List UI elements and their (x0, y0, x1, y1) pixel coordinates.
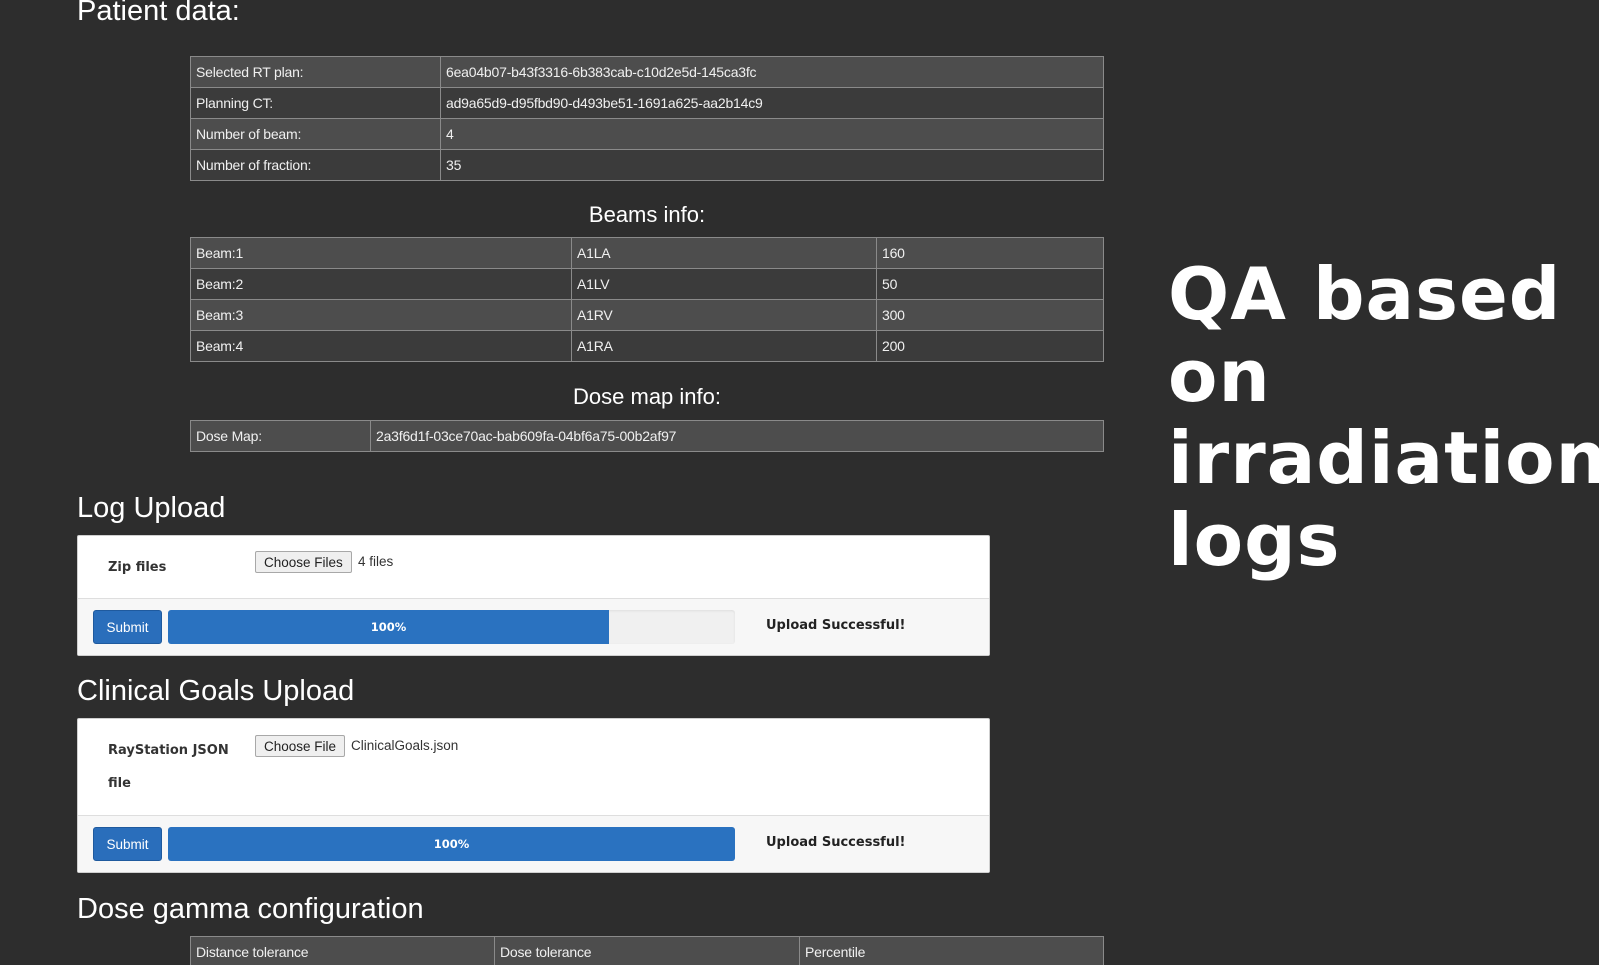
overlay-line: logs (1168, 498, 1341, 582)
choose-files-button[interactable]: Choose Files (255, 551, 352, 573)
table-row: Selected RT plan: 6ea04b07-b43f3316-6b38… (190, 56, 1104, 88)
patient-row-label: Planning CT: (190, 87, 441, 119)
table-row: Dose Map: 2a3f6d1f-03ce70ac-bab609fa-04b… (190, 420, 1104, 452)
dose-gamma-config-table: Distance tolerance Dose tolerance Percen… (190, 936, 1104, 965)
table-row: Beam:3 A1RV 300 (190, 299, 1104, 331)
patient-row-value: 35 (440, 149, 1104, 181)
table-row: Beam:1 A1LA 160 (190, 237, 1104, 269)
beam-id: Beam:2 (190, 268, 572, 300)
dose-map-label: Dose Map: (190, 420, 371, 452)
goals-submit-button[interactable]: Submit (93, 827, 162, 861)
patient-row-value: ad9a65d9-d95fbd90-d493be51-1691a625-aa2b… (440, 87, 1104, 119)
dose-tolerance-header: Dose tolerance (494, 936, 800, 965)
beam-value: 300 (876, 299, 1104, 331)
beam-name: A1LV (571, 268, 877, 300)
beam-value: 50 (876, 268, 1104, 300)
goals-upload-progress-fill: 100% (168, 827, 735, 861)
log-upload-status: Upload Successful! (766, 618, 906, 633)
table-row: Number of fraction: 35 (190, 149, 1104, 181)
clinical-goals-upload-panel: RayStation JSON file Choose File Clinica… (77, 718, 990, 873)
dose-map-info-title: Dose map info: (573, 384, 721, 409)
percentile-header: Percentile (799, 936, 1104, 965)
table-row: Beam:4 A1RA 200 (190, 330, 1104, 362)
log-upload-progress-fill: 100% (168, 610, 609, 644)
patient-data-table: Selected RT plan: 6ea04b07-b43f3316-6b38… (190, 56, 1104, 181)
log-upload-title: Log Upload (77, 492, 226, 524)
beam-value: 200 (876, 330, 1104, 362)
patient-data-title: Patient data: (77, 0, 240, 27)
patient-row-label: Selected RT plan: (190, 56, 441, 88)
beams-info-table: Beam:1 A1LA 160 Beam:2 A1LV 50 Beam:3 A1… (190, 237, 1104, 362)
beam-value: 160 (876, 237, 1104, 269)
overlay-line: QA based (1168, 252, 1562, 336)
dose-map-value: 2a3f6d1f-03ce70ac-bab609fa-04bf6a75-00b2… (370, 420, 1104, 452)
beams-info-title: Beams info: (588, 202, 706, 227)
clinical-goals-upload-title: Clinical Goals Upload (77, 675, 355, 707)
table-row: Number of beam: 4 (190, 118, 1104, 150)
overlay-line: irradiation (1168, 416, 1599, 500)
table-row: Planning CT: ad9a65d9-d95fbd90-d493be51-… (190, 87, 1104, 119)
table-row: Distance tolerance Dose tolerance Percen… (190, 936, 1104, 965)
overlay-line: on (1168, 334, 1271, 418)
zip-files-label: Zip files (108, 560, 167, 575)
beam-id: Beam:1 (190, 237, 572, 269)
dose-gamma-config-title: Dose gamma configuration (77, 893, 424, 925)
log-upload-progress-bar: 100% (168, 610, 735, 644)
beam-name: A1RV (571, 299, 877, 331)
log-upload-panel: Zip files Choose Files 4 files Submit 10… (77, 535, 990, 656)
goals-upload-status: Upload Successful! (766, 835, 906, 850)
qa-overlay-title: QA based on irradiation logs (1168, 252, 1599, 582)
patient-row-value: 6ea04b07-b43f3316-6b383cab-c10d2e5d-145c… (440, 56, 1104, 88)
selected-files-text: 4 files (358, 554, 394, 569)
raystation-json-label-line2: file (108, 776, 131, 791)
patient-row-label: Number of fraction: (190, 149, 441, 181)
page: Patient data: Selected RT plan: 6ea04b07… (0, 0, 1599, 965)
distance-tolerance-header: Distance tolerance (190, 936, 495, 965)
selected-file-text: ClinicalGoals.json (351, 738, 459, 753)
goals-upload-progress-bar: 100% (168, 827, 735, 861)
beam-id: Beam:4 (190, 330, 572, 362)
dose-map-table: Dose Map: 2a3f6d1f-03ce70ac-bab609fa-04b… (190, 420, 1104, 452)
patient-row-label: Number of beam: (190, 118, 441, 150)
beam-name: A1RA (571, 330, 877, 362)
beam-id: Beam:3 (190, 299, 572, 331)
log-submit-button[interactable]: Submit (93, 610, 162, 644)
table-row: Beam:2 A1LV 50 (190, 268, 1104, 300)
beam-name: A1LA (571, 237, 877, 269)
raystation-json-label: RayStation JSON (108, 743, 229, 758)
patient-row-value: 4 (440, 118, 1104, 150)
choose-file-button[interactable]: Choose File (255, 735, 346, 757)
